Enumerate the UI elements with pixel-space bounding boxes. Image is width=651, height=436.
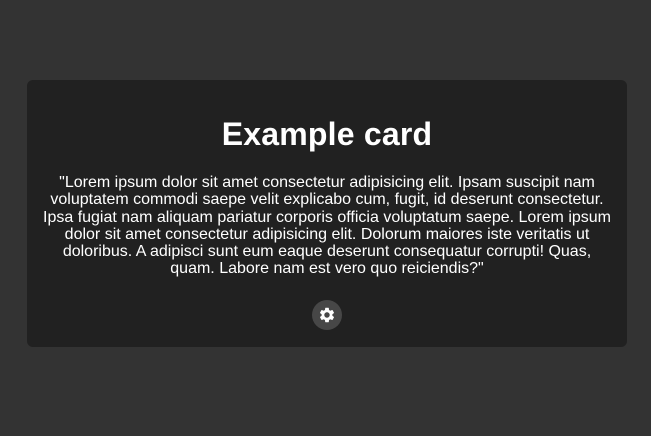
example-card: Example card "Lorem ipsum dolor sit amet…: [27, 80, 627, 347]
settings-button[interactable]: [312, 300, 342, 330]
card-text: "Lorem ipsum dolor sit amet consectetur …: [43, 174, 611, 278]
card-title: Example card: [221, 116, 433, 152]
gear-icon: [318, 306, 336, 324]
